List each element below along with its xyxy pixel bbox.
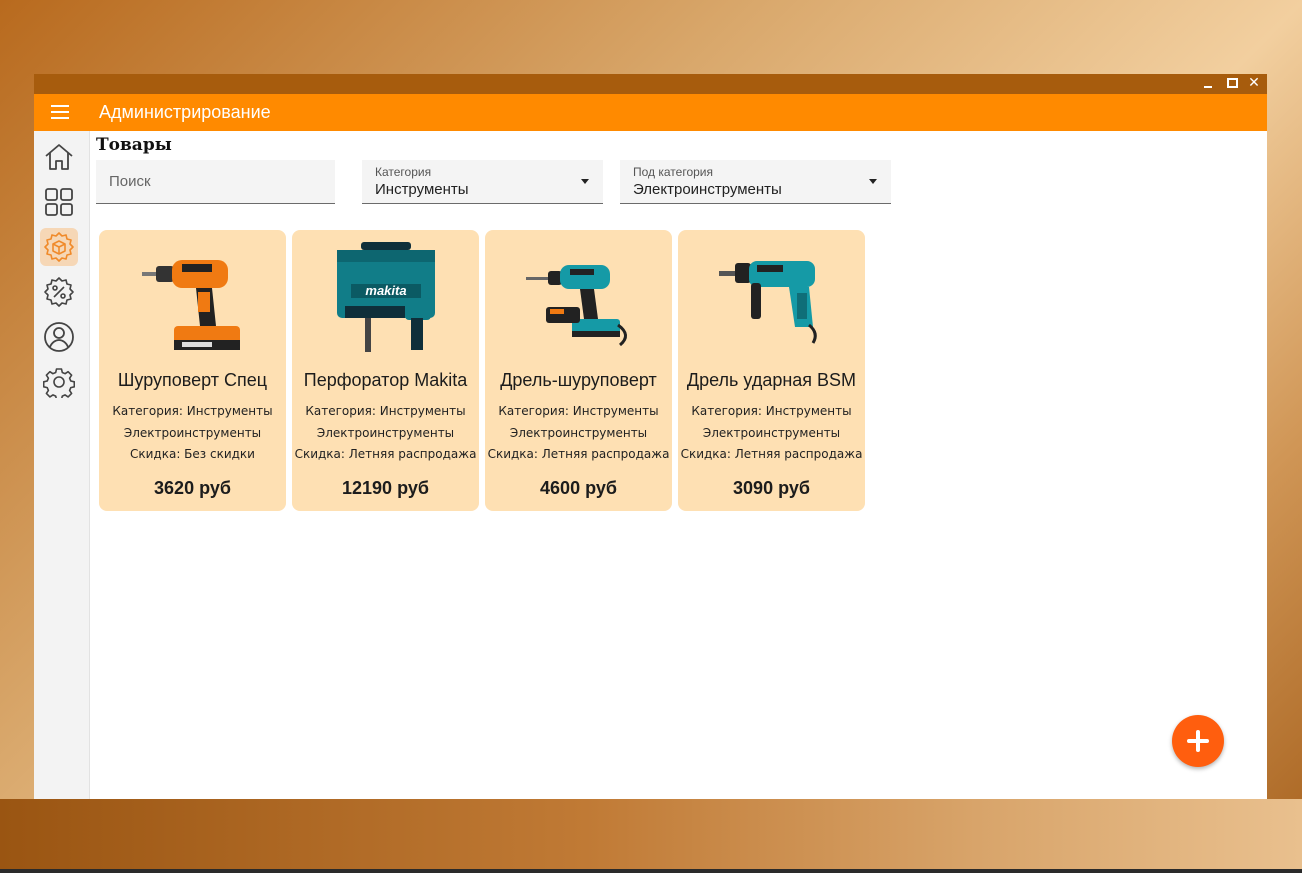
sidebar-item-products[interactable] [40,228,78,266]
product-category: Категория: Инструменты [305,404,466,418]
category-label: Категория [375,165,432,179]
product-discount: Скидка: Летняя распродажа [487,447,670,461]
minimize-icon [1204,86,1212,88]
product-subcategory: Электроинструменты [509,426,648,440]
category-value: Инструменты [375,181,469,198]
product-category: Категория: Инструменты [691,404,852,418]
app-title: Администрирование [99,102,271,122]
desktop-background [0,799,1302,873]
sidebar-item-catalog[interactable] [40,183,78,221]
sidebar-item-discounts[interactable] [40,273,78,311]
product-subcategory: Электроинструменты [316,426,455,440]
product-discount: Скидка: Без скидки [130,447,255,461]
minimize-button[interactable] [1197,74,1219,94]
product-price: 12190 руб [342,478,429,498]
svg-text:makita: makita [365,283,406,298]
subcategory-value: Электроинструменты [633,181,782,198]
percent-gear-icon [44,277,74,307]
teal-impact-drill-icon [678,240,865,358]
subcategory-label: Под категория [633,165,713,179]
page-title: Товары [96,135,172,155]
app-window: ✕ Администрирование Товары Поиск Категор… [34,74,1267,799]
user-icon [44,322,74,352]
product-name: Перфоратор Makita [303,370,468,390]
makita-rotary-hammer-icon: makita [292,240,479,358]
product-discount: Скидка: Летняя распродажа [680,447,863,461]
product-subcategory: Электроинструменты [123,426,262,440]
orange-cordless-drill-icon [99,240,286,358]
search-input[interactable] [96,160,335,203]
title-bar: ✕ [34,74,1267,94]
category-select[interactable]: Категория Инструменты [362,160,603,204]
product-card[interactable]: Дрель-шуруповерт Категория: Инструменты … [485,230,672,511]
product-name: Дрель ударная BSM [686,370,857,390]
box-gear-icon [44,232,74,262]
product-card[interactable]: Дрель ударная BSM Категория: Инструменты… [678,230,865,511]
subcategory-select[interactable]: Под категория Электроинструменты [620,160,891,204]
product-price: 4600 руб [540,478,617,498]
dropdown-arrow-icon [869,179,877,184]
app-bar: Администрирование [34,94,1267,131]
product-card[interactable]: Шуруповерт Спец Категория: Инструменты Э… [99,230,286,511]
menu-icon[interactable] [51,105,69,119]
search-field[interactable] [96,160,335,204]
sidebar-item-users[interactable] [40,318,78,356]
product-discount: Скидка: Летняя распродажа [294,447,477,461]
close-button[interactable]: ✕ [1243,74,1265,94]
product-subcategory: Электроинструменты [702,426,841,440]
product-price: 3090 руб [733,478,810,498]
product-category: Категория: Инструменты [498,404,659,418]
product-category: Категория: Инструменты [112,404,273,418]
taskbar-edge [0,869,1302,873]
main-content: Товары Категория Инструменты Под категор… [90,131,1267,799]
teal-cordless-drill-icon [485,240,672,358]
sidebar-item-settings[interactable] [40,363,78,401]
add-product-button[interactable] [1172,715,1224,767]
home-icon [45,144,73,170]
grid-icon [45,188,73,216]
maximize-button[interactable] [1221,74,1243,94]
dropdown-arrow-icon [581,179,589,184]
product-name: Дрель-шуруповерт [500,370,657,390]
product-name: Шуруповерт Спец [117,370,268,390]
product-price: 3620 руб [154,478,231,498]
sidebar-item-home[interactable] [40,138,78,176]
gear-icon [43,368,75,398]
product-card[interactable]: makita Перфоратор Makita Категория: Инст… [292,230,479,511]
sidebar [34,131,90,799]
maximize-icon [1227,78,1238,88]
